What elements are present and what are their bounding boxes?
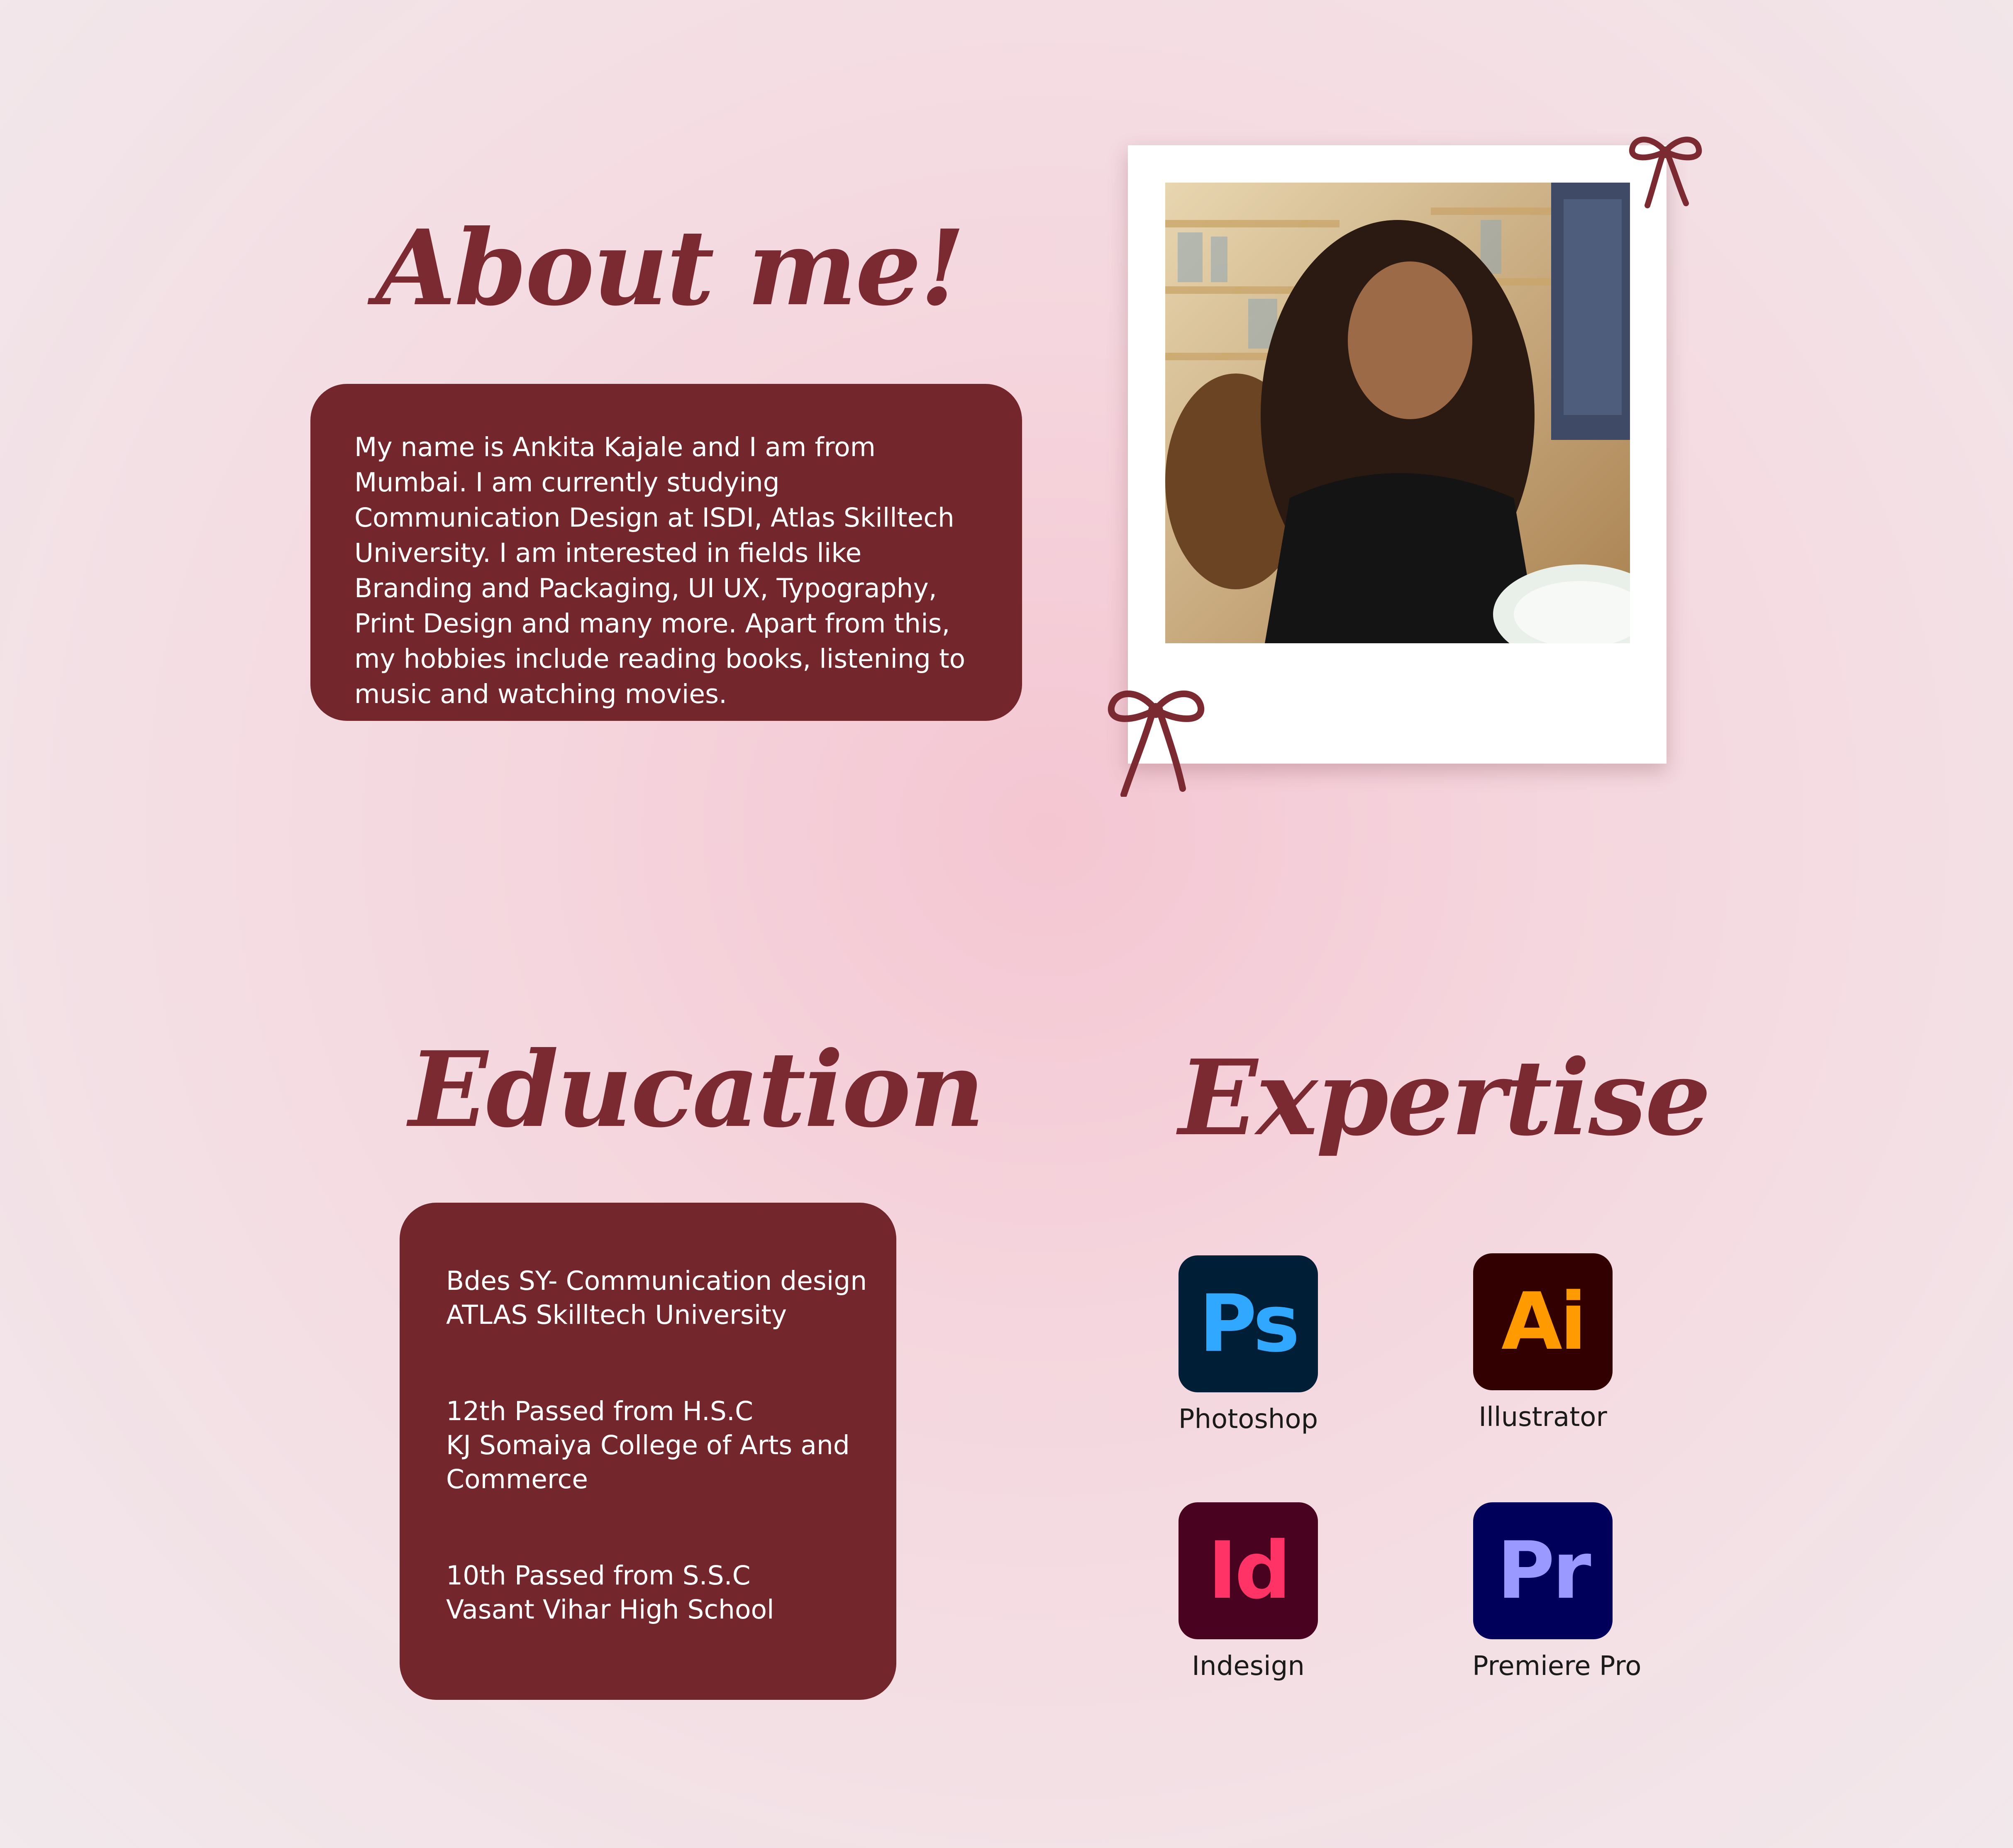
tool-photoshop: Ps Photoshop <box>1178 1255 1319 1435</box>
about-heading: About me! <box>376 207 965 329</box>
education-institution: Vasant Vihar High School <box>446 1594 774 1625</box>
education-entry-hsc: 12th Passed from H.S.C KJ Somaiya Colleg… <box>446 1394 871 1496</box>
tool-premiere-pro: Pr Premiere Pro <box>1472 1502 1642 1682</box>
education-degree: 12th Passed from H.S.C <box>446 1396 753 1426</box>
tool-indesign: Id Indesign <box>1178 1502 1319 1682</box>
education-card: Bdes SY- Communication design ATLAS Skil… <box>400 1203 896 1700</box>
education-institution: KJ Somaiya College of Arts and <box>446 1430 850 1460</box>
education-entry-ssc: 10th Passed from S.S.C Vasant Vihar High… <box>446 1559 871 1627</box>
tool-illustrator: Ai Illustrator <box>1472 1253 1613 1433</box>
education-heading: Education <box>409 1028 985 1150</box>
tool-label: Photoshop <box>1178 1404 1318 1435</box>
education-institution-cont: Commerce <box>446 1464 588 1494</box>
profile-photo <box>1165 183 1630 643</box>
tool-label: Premiere Pro <box>1472 1651 1642 1682</box>
about-bio: My name is Ankita Kajale and I am from M… <box>354 432 966 709</box>
premiere-pro-icon: Pr <box>1473 1502 1613 1639</box>
about-card: My name is Ankita Kajale and I am from M… <box>310 384 1022 721</box>
education-degree: Bdes SY- Communication design <box>446 1266 867 1296</box>
illustrator-icon: Ai <box>1473 1253 1613 1390</box>
indesign-icon: Id <box>1179 1502 1318 1639</box>
photoshop-icon: Ps <box>1179 1255 1318 1392</box>
ribbon-bow-icon <box>1108 690 1205 797</box>
tool-label: Indesign <box>1192 1651 1305 1682</box>
education-entry-bdes: Bdes SY- Communication design ATLAS Skil… <box>446 1264 871 1332</box>
tool-label: Illustrator <box>1479 1402 1607 1433</box>
polaroid-frame <box>1128 145 1667 764</box>
expertise-heading: Expertise <box>1179 1037 1711 1159</box>
education-degree: 10th Passed from S.S.C <box>446 1560 751 1591</box>
ribbon-bow-icon <box>1629 137 1702 208</box>
education-institution: ATLAS Skilltech University <box>446 1300 787 1330</box>
profile-photo-illustration <box>1165 183 1630 643</box>
